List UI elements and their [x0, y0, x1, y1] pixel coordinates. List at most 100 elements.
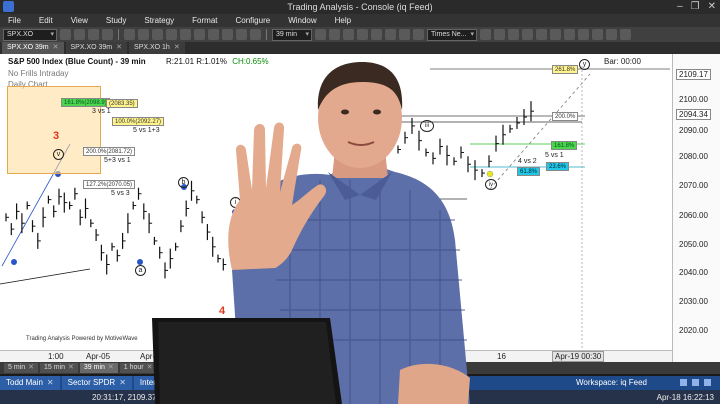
align-center-icon[interactable] [522, 29, 533, 40]
status-bar: 20:31:17, 2109.37 Apr-18 16:22:13 [0, 390, 720, 404]
menu-edit[interactable]: Edit [32, 16, 64, 25]
wave-label: a [135, 265, 146, 276]
fib-label[interactable]: 161.8% [551, 141, 578, 150]
open-icon[interactable] [74, 29, 85, 40]
price-tick: 2050.00 [679, 240, 708, 249]
close-tab-icon[interactable]: ✕ [174, 42, 180, 54]
close-tab-icon[interactable]: ✕ [68, 364, 74, 371]
time-axis[interactable]: 1:00 Apr-05 Apr-06 16 Apr-19 00:30 [0, 350, 672, 362]
price-axis[interactable]: 2109.17 2100.00 2094.34 2090.00 2080.00 … [672, 54, 720, 362]
tab-spx-39m-2[interactable]: SPX.XO 39m ✕ [65, 42, 128, 54]
status-datetime: Apr-18 16:22:13 [656, 393, 714, 402]
current-price-box: 2094.34 [676, 109, 711, 120]
wave-tool-icon[interactable] [550, 29, 561, 40]
close-tab-icon[interactable]: ✕ [185, 364, 191, 371]
close-button[interactable]: ✕ [708, 1, 716, 12]
channel-tool-icon[interactable] [385, 29, 396, 40]
fib-label[interactable]: 100.0%(2092.27) [112, 117, 165, 126]
toolbar-divider [266, 29, 267, 40]
tab-spx-39m[interactable]: SPX.XO 39m ✕ [2, 42, 64, 54]
marker-icon[interactable] [578, 29, 589, 40]
maximize-button[interactable]: ❐ [691, 1, 700, 12]
bold-icon[interactable] [480, 29, 491, 40]
arrow-tool-icon[interactable] [357, 29, 368, 40]
settings-icon[interactable] [620, 29, 631, 40]
redo-icon[interactable] [138, 29, 149, 40]
text-tool-icon[interactable] [399, 29, 410, 40]
interval-select[interactable]: 39 min [272, 28, 312, 41]
new-chart-icon[interactable] [60, 29, 71, 40]
menu-study[interactable]: Study [99, 16, 137, 25]
fib-label[interactable]: 23.6% [546, 162, 570, 171]
tab-1hour[interactable]: 1 hour ✕ [119, 363, 157, 373]
grid-icon[interactable] [222, 29, 233, 40]
color-icon[interactable] [236, 29, 247, 40]
align-right-icon[interactable] [536, 29, 547, 40]
paste-icon[interactable] [166, 29, 177, 40]
cascade-icon[interactable] [704, 379, 711, 386]
menu-window[interactable]: Window [281, 16, 327, 25]
menu-strategy[interactable]: Strategy [137, 16, 185, 25]
workspace-tab[interactable]: Interm... [133, 376, 176, 390]
price-tick: 2090.00 [679, 126, 708, 135]
refresh-icon[interactable] [250, 29, 261, 40]
menu-configure[interactable]: Configure [229, 16, 282, 25]
tab-39min[interactable]: 39 min ✕ [79, 363, 118, 373]
fib-ratio: 5 vs 1 [545, 152, 564, 159]
lock-icon[interactable] [606, 29, 617, 40]
close-tab-icon[interactable]: ✕ [28, 364, 34, 371]
tab-4hour[interactable]: 4 hour ✕ [158, 363, 196, 373]
zoom-out-icon[interactable] [194, 29, 205, 40]
tab-15min[interactable]: 15 min ✕ [40, 363, 78, 373]
fib-label[interactable]: 261.8% [552, 65, 579, 74]
align-left-icon[interactable] [508, 29, 519, 40]
close-tab-icon[interactable]: ✕ [116, 42, 122, 54]
chart-stats: R:21.01 R:1.01% CH:0.65% [166, 57, 269, 66]
ellipse-tool-icon[interactable] [329, 29, 340, 40]
fib-label[interactable]: 127.2%(2070.05) [83, 180, 136, 189]
fib-label[interactable]: 161.8%(2098.9) [61, 98, 110, 107]
italic-icon[interactable] [494, 29, 505, 40]
pen-icon[interactable] [564, 29, 575, 40]
rectangle-tool-icon[interactable] [315, 29, 326, 40]
save-icon[interactable] [88, 29, 99, 40]
close-tab-icon[interactable]: ✕ [147, 364, 153, 371]
close-tab-icon[interactable]: ✕ [47, 376, 54, 390]
zoom-in-icon[interactable] [180, 29, 191, 40]
minimize-button[interactable]: – [677, 1, 683, 12]
print-icon[interactable] [102, 29, 113, 40]
fibonacci-tool-icon[interactable] [371, 29, 382, 40]
tile-icon[interactable] [692, 379, 699, 386]
copy-icon[interactable] [152, 29, 163, 40]
fib-label[interactable]: 200.0% [552, 112, 579, 121]
menu-help[interactable]: Help [328, 16, 362, 25]
close-tab-icon[interactable]: ✕ [53, 42, 59, 54]
symbol-select[interactable]: SPX.XO [3, 28, 57, 41]
menu-view[interactable]: View [64, 16, 99, 25]
crosshair-icon[interactable] [208, 29, 219, 40]
menu-format[interactable]: Format [185, 16, 228, 25]
layout-icon[interactable] [680, 379, 687, 386]
fib-label[interactable]: 61.8% [517, 167, 541, 176]
workspace-tab[interactable]: Todd Main ✕ [0, 376, 60, 390]
line-tool-icon[interactable] [343, 29, 354, 40]
tab-spx-1h[interactable]: SPX.XO 1h ✕ [129, 42, 185, 54]
tab-5min[interactable]: 5 min ✕ [4, 363, 38, 373]
workspace-tab[interactable]: Sector SPDR ✕ [61, 376, 132, 390]
trend-line[interactable] [0, 268, 91, 285]
font-select[interactable]: Times Ne... [427, 28, 477, 41]
close-tab-icon[interactable]: ✕ [108, 364, 114, 371]
ruler-tool-icon[interactable] [413, 29, 424, 40]
fib-label[interactable]: (2083.35) [106, 99, 138, 108]
wave-label: i [230, 197, 241, 208]
close-tab-icon[interactable]: ✕ [119, 376, 126, 390]
tab-label: 5 min [8, 364, 26, 371]
fib-label[interactable]: 200.0%(2081.72) [83, 147, 136, 156]
wave-label: v [53, 149, 64, 160]
workspace-label: Workspace: iq Feed [576, 378, 647, 387]
eraser-icon[interactable] [592, 29, 603, 40]
window-title: Trading Analysis - Console (iq Feed) [287, 2, 433, 12]
menu-file[interactable]: File [0, 16, 32, 25]
undo-icon[interactable] [124, 29, 135, 40]
price-chart[interactable]: S&P 500 Index (Blue Count) - 39 min R:21… [0, 54, 720, 362]
